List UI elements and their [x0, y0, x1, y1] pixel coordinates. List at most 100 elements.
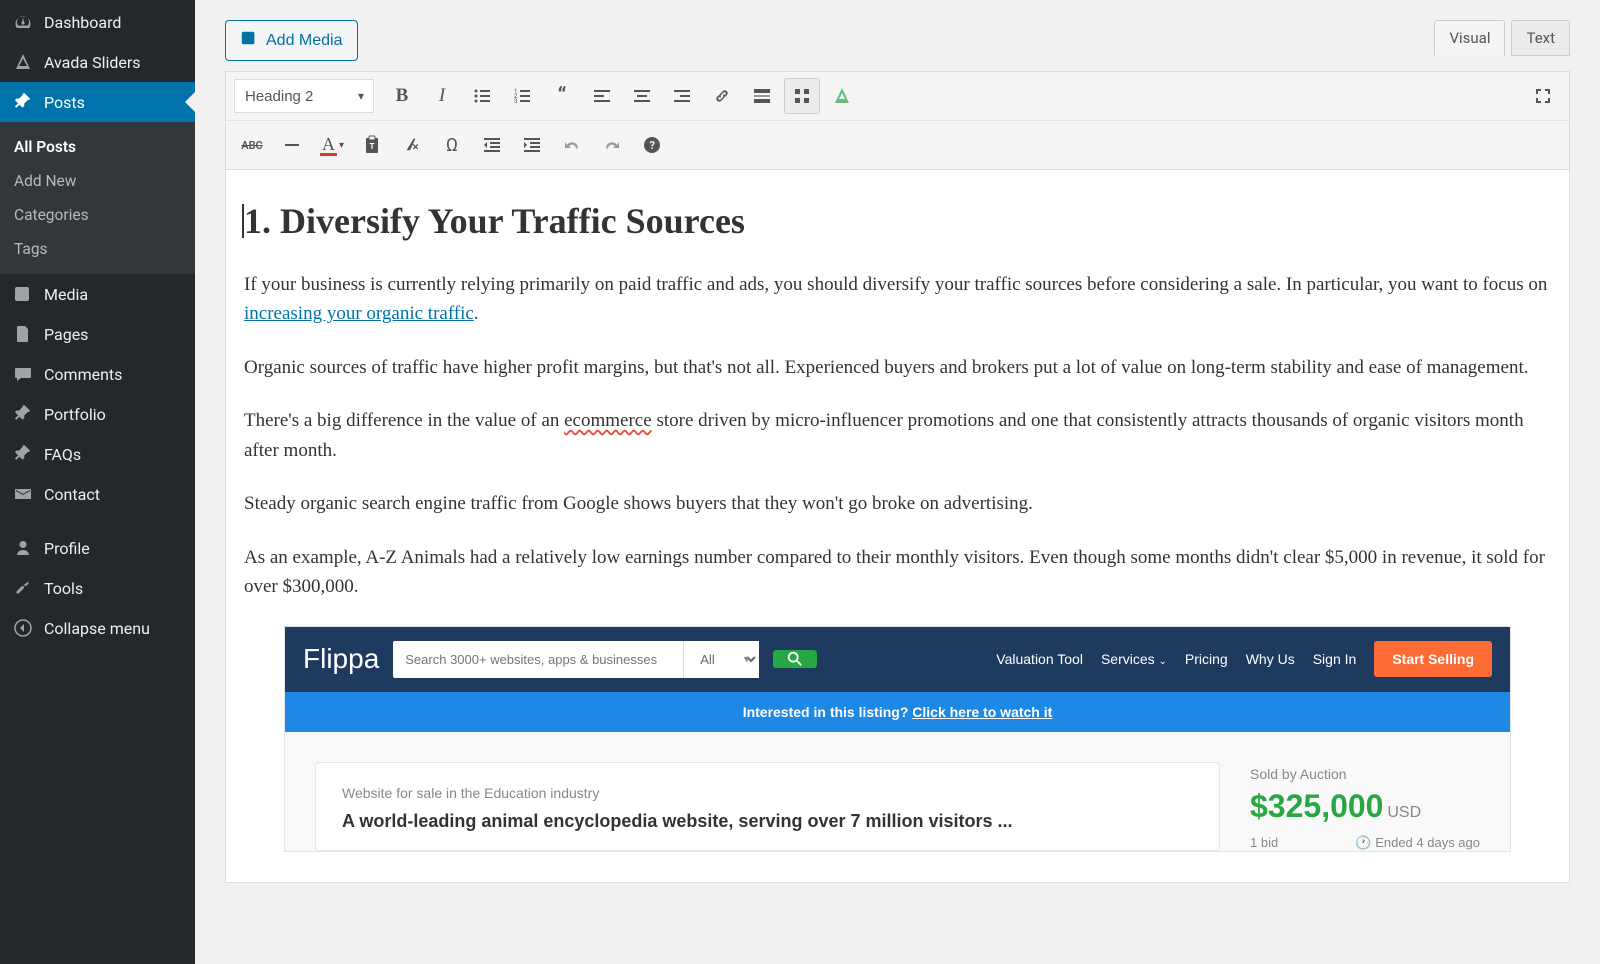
- special-character-button[interactable]: Ω: [434, 127, 470, 163]
- outdent-button[interactable]: [474, 127, 510, 163]
- tab-visual[interactable]: Visual: [1434, 20, 1505, 56]
- menu-comments[interactable]: Comments: [0, 354, 195, 394]
- pin-icon: [12, 404, 34, 424]
- flippa-nav-pricing: Pricing: [1185, 651, 1228, 667]
- content-paragraph: As an example, A-Z Animals had a relativ…: [244, 543, 1551, 602]
- italic-button[interactable]: I: [424, 78, 460, 114]
- pages-icon: [12, 324, 34, 344]
- add-media-button[interactable]: Add Media: [225, 20, 358, 61]
- bulleted-list-button[interactable]: [464, 78, 500, 114]
- editor-mode-tabs: Visual Text: [1434, 20, 1570, 56]
- menu-label: Media: [44, 285, 88, 304]
- pin-icon: [12, 444, 34, 464]
- link-button[interactable]: [704, 78, 740, 114]
- flippa-header: Flippa All Valuation Tool Services ⌄ Pri…: [285, 627, 1510, 692]
- media-icon: [12, 284, 34, 304]
- content-paragraph: If your business is currently relying pr…: [244, 270, 1551, 329]
- flippa-search-input: [393, 641, 683, 678]
- submenu-categories[interactable]: Categories: [0, 198, 195, 232]
- listing-title: A world-leading animal encyclopedia webs…: [342, 809, 1193, 834]
- help-button[interactable]: ?: [634, 127, 670, 163]
- flippa-listing: Website for sale in the Education indust…: [285, 732, 1510, 851]
- menu-label: FAQs: [44, 445, 81, 464]
- flippa-nav-whyus: Why Us: [1246, 651, 1295, 667]
- flippa-filter-select: All: [683, 641, 759, 678]
- menu-portfolio[interactable]: Portfolio: [0, 394, 195, 434]
- flippa-search-button: [773, 650, 817, 668]
- comments-icon: [12, 364, 34, 384]
- menu-pages[interactable]: Pages: [0, 314, 195, 354]
- flippa-logo: Flippa: [303, 643, 379, 675]
- svg-text:T: T: [370, 142, 375, 151]
- svg-text:?: ?: [650, 139, 656, 152]
- undo-button[interactable]: [554, 127, 590, 163]
- flippa-watch-link: Click here to watch it: [912, 704, 1052, 720]
- fullscreen-button[interactable]: [1525, 78, 1561, 114]
- editor-main: Add Media Visual Text Heading 2 B I 123 …: [195, 0, 1600, 964]
- menu-collapse[interactable]: Collapse menu: [0, 608, 195, 648]
- submenu-add-new[interactable]: Add New: [0, 164, 195, 198]
- mail-icon: [12, 484, 34, 504]
- submenu-tags[interactable]: Tags: [0, 232, 195, 266]
- submenu-all-posts[interactable]: All Posts: [0, 130, 195, 164]
- collapse-icon: [12, 618, 34, 638]
- menu-label: Contact: [44, 485, 100, 504]
- flippa-nav-signin: Sign In: [1313, 651, 1357, 667]
- toolbar-toggle-button[interactable]: [784, 78, 820, 114]
- content-heading: 1. Diversify Your Traffic Sources: [244, 200, 1551, 242]
- numbered-list-button[interactable]: 123: [504, 78, 540, 114]
- menu-avada-sliders[interactable]: Avada Sliders: [0, 42, 195, 82]
- menu-posts[interactable]: Posts: [0, 82, 195, 122]
- format-select[interactable]: Heading 2: [234, 79, 374, 113]
- content-paragraph: Organic sources of traffic have higher p…: [244, 353, 1551, 382]
- flippa-banner: Interested in this listing? Click here t…: [285, 692, 1510, 732]
- listing-category: Website for sale in the Education indust…: [342, 785, 1193, 801]
- bold-button[interactable]: B: [384, 78, 420, 114]
- listing-currency: USD: [1387, 804, 1421, 821]
- horizontal-rule-button[interactable]: [274, 127, 310, 163]
- menu-profile[interactable]: Profile: [0, 528, 195, 568]
- menu-tools[interactable]: Tools: [0, 568, 195, 608]
- align-left-button[interactable]: [584, 78, 620, 114]
- text-cursor: [242, 204, 244, 238]
- menu-label: Portfolio: [44, 405, 106, 424]
- menu-media[interactable]: Media: [0, 274, 195, 314]
- organic-traffic-link[interactable]: increasing your organic traffic: [244, 303, 474, 324]
- dashboard-icon: [12, 12, 34, 32]
- embedded-image: Flippa All Valuation Tool Services ⌄ Pri…: [284, 626, 1511, 852]
- menu-label: Posts: [44, 93, 85, 112]
- flippa-nav-services: Services ⌄: [1101, 651, 1167, 667]
- avada-icon: [12, 52, 34, 72]
- avada-builder-button[interactable]: [824, 78, 860, 114]
- menu-label: Profile: [44, 539, 90, 558]
- paste-text-button[interactable]: T: [354, 127, 390, 163]
- editor-body[interactable]: 1. Diversify Your Traffic Sources If you…: [225, 170, 1570, 883]
- strikethrough-button[interactable]: ABC: [234, 127, 270, 163]
- content-paragraph: There's a big difference in the value of…: [244, 406, 1551, 465]
- blockquote-button[interactable]: “: [544, 78, 580, 114]
- spellcheck-underline: ecommerce: [564, 410, 652, 431]
- flippa-nav-valuation: Valuation Tool: [996, 651, 1083, 667]
- menu-dashboard[interactable]: Dashboard: [0, 2, 195, 42]
- user-icon: [12, 538, 34, 558]
- menu-faqs[interactable]: FAQs: [0, 434, 195, 474]
- text-color-button[interactable]: A▾: [314, 127, 350, 163]
- read-more-button[interactable]: [744, 78, 780, 114]
- media-icon: [240, 29, 258, 52]
- indent-button[interactable]: [514, 127, 550, 163]
- menu-contact[interactable]: Contact: [0, 474, 195, 514]
- flippa-start-selling-button: Start Selling: [1374, 641, 1492, 677]
- menu-label: Dashboard: [44, 13, 121, 32]
- clear-formatting-button[interactable]: [394, 127, 430, 163]
- admin-sidebar: Dashboard Avada Sliders Posts All Posts …: [0, 0, 195, 964]
- listing-bids: 1 bid: [1250, 835, 1278, 851]
- menu-label: Avada Sliders: [44, 53, 141, 72]
- tab-text[interactable]: Text: [1511, 20, 1570, 56]
- align-right-button[interactable]: [664, 78, 700, 114]
- redo-button[interactable]: [594, 127, 630, 163]
- editor-toolbar: Heading 2 B I 123 “ ABC: [225, 71, 1570, 170]
- align-center-button[interactable]: [624, 78, 660, 114]
- listing-price: $325,000: [1250, 788, 1383, 824]
- posts-submenu: All Posts Add New Categories Tags: [0, 122, 195, 274]
- pin-icon: [12, 92, 34, 112]
